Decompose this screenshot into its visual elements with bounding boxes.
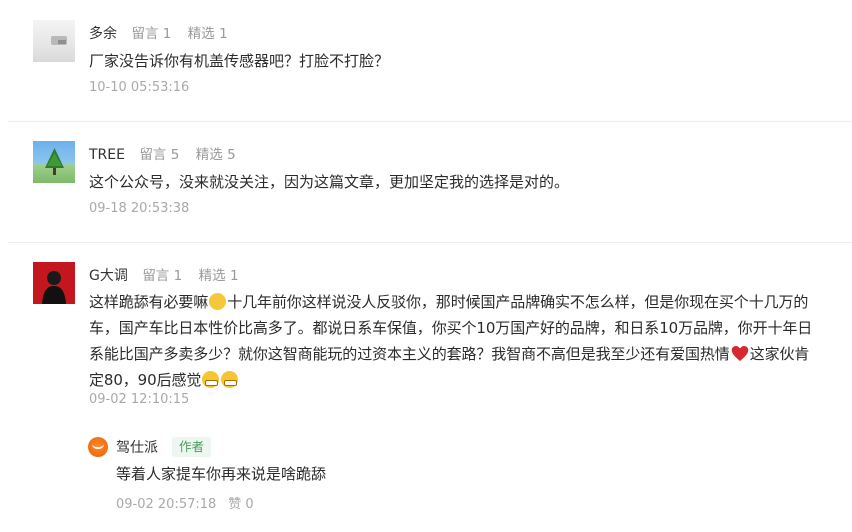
reply-text: 等着人家提车你再来说是啥跪舔 <box>116 465 327 483</box>
comment-text-segment: 系能比国产多卖多少？就你这智商能玩的过资本主义的套路？我智商不高但是我至少还有爱… <box>89 345 730 363</box>
author-badge: 作者 <box>172 437 212 457</box>
comment-header: 多余 留言 1 精选 1 <box>89 22 240 43</box>
comment-header: G大调 留言 1 精选 1 <box>89 264 251 285</box>
comment-text-segment: 十几年前你这样说没人反驳你，那时候国产品牌确实不怎么样，但是你现在买个十几万的 <box>227 293 809 311</box>
comment-time: 10-10 05:53:16 <box>89 80 190 95</box>
author-name[interactable]: 驾仕派 <box>116 437 158 457</box>
reply-time: 09-02 20:57:18 <box>116 497 217 512</box>
reply-count: 留言 1 <box>131 26 172 42</box>
grin-emoji-icon <box>221 371 239 388</box>
featured-count: 精选 5 <box>195 147 236 163</box>
heart-emoji-icon <box>731 345 749 362</box>
reply-meta: 09-02 20:57:18 赞 0 <box>116 493 254 512</box>
comment-text-line: 车，国产车比日本性价比高多了。都说日系车保值，你买个10万国产好的品牌，和日系1… <box>89 319 813 337</box>
comment-time: 09-02 12:10:15 <box>89 392 190 407</box>
comment-header: TREE 留言 5 精选 5 <box>89 143 248 163</box>
author-avatar[interactable] <box>88 437 108 457</box>
featured-count: 精选 1 <box>198 268 239 284</box>
like-button[interactable]: 赞 0 <box>228 497 253 512</box>
tree-icon <box>45 148 64 175</box>
grin-emoji-icon <box>202 371 220 388</box>
comment-text: 这个公众号，没来就没关注，因为这篇文章，更加坚定我的选择是对的。 <box>89 173 570 191</box>
comment-time: 09-18 20:53:38 <box>89 201 190 216</box>
avatar[interactable] <box>33 141 75 183</box>
comment-text-segment: 这样跪舔有必要嘛 <box>89 293 209 311</box>
divider <box>8 121 852 122</box>
person-icon <box>42 271 66 304</box>
comment-text: 这样跪舔有必要嘛 十几年前你这样说没人反驳你，那时候国产品牌确实不怎么样，但是你现… <box>89 289 813 393</box>
commenter-name[interactable]: 多余 <box>89 26 117 42</box>
avatar[interactable] <box>33 20 75 62</box>
reply-count: 留言 1 <box>142 268 183 284</box>
comment-text: 厂家没告诉你有机盖传感器吧？打脸不打脸？ <box>89 52 390 70</box>
commenter-name[interactable]: TREE <box>89 147 125 163</box>
commenter-name[interactable]: G大调 <box>89 268 128 284</box>
comment-text-segment: 这家伙肯 <box>749 345 810 363</box>
comment-text-segment: 定80，90后感觉 <box>89 371 202 389</box>
divider <box>8 242 852 243</box>
featured-count: 精选 1 <box>187 26 228 42</box>
reply-count: 留言 5 <box>139 147 180 163</box>
awkward-emoji-icon <box>209 293 227 310</box>
avatar[interactable] <box>33 262 75 304</box>
